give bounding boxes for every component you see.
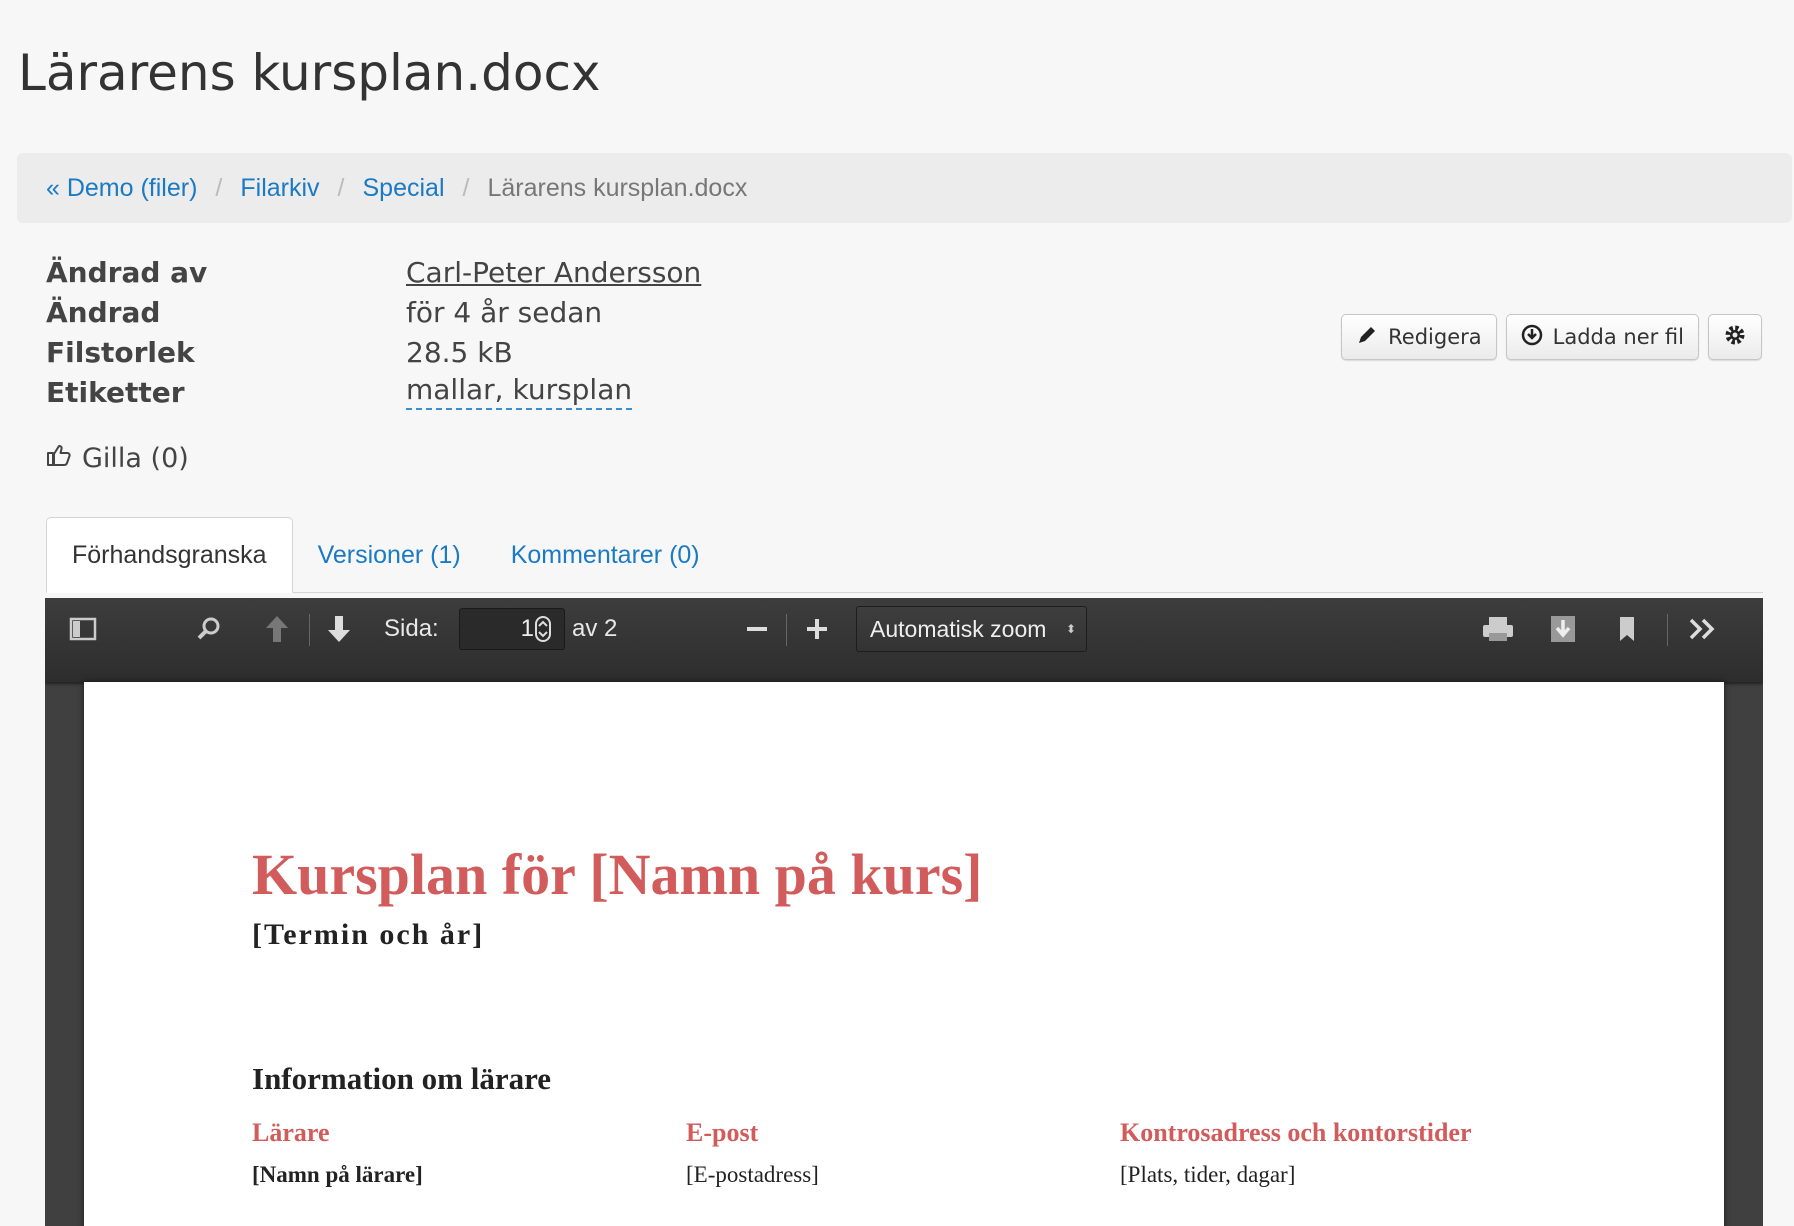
meta-row-size: Filstorlek 28.5 kB [46, 332, 701, 372]
section-heading: Information om lärare [252, 1061, 552, 1096]
email-column: E-post [E-postadress] [686, 1118, 819, 1188]
column-value: [E-postadress] [686, 1162, 819, 1187]
file-actions: Redigera Ladda ner fil [1341, 314, 1762, 360]
like-button[interactable]: Gilla (0) [46, 443, 189, 474]
breadcrumb-current: Lärarens kursplan.docx [487, 173, 748, 202]
download-file-button[interactable]: Ladda ner fil [1505, 314, 1699, 360]
file-metadata: Ändrad av Carl-Peter Andersson Ändrad fö… [46, 252, 701, 412]
meta-row-changed: Ändrad för 4 år sedan [46, 292, 701, 332]
column-header: Lärare [252, 1118, 330, 1147]
teacher-column: Lärare [Namn på lärare] [252, 1118, 423, 1188]
search-icon[interactable] [195, 598, 223, 660]
office-column: Kontrosadress och kontorstider [Plats, t… [1120, 1118, 1472, 1188]
column-header: E-post [686, 1118, 759, 1147]
zoom-out-icon[interactable] [745, 598, 769, 660]
breadcrumb-link-filarkiv[interactable]: Filarkiv [240, 174, 319, 203]
tab-preview[interactable]: Förhandsgranska [46, 517, 293, 593]
sidebar-toggle-icon[interactable] [69, 598, 97, 660]
meta-row-changed-by: Ändrad av Carl-Peter Andersson [46, 252, 701, 292]
bookmark-icon[interactable] [1617, 598, 1637, 660]
toolbar-divider [786, 614, 787, 646]
column-value: [Namn på lärare] [252, 1162, 423, 1187]
document-title: Kursplan för [Namn på kurs] [252, 842, 983, 907]
changed-label: Ändrad [46, 295, 161, 329]
breadcrumb-link-demo[interactable]: « Demo (filer) [46, 174, 197, 203]
toolbar-divider [309, 614, 310, 646]
next-page-icon[interactable] [325, 598, 353, 660]
download-icon[interactable] [1549, 598, 1577, 660]
size-value: 28.5 kB [406, 335, 513, 369]
page-title: Lärarens kursplan.docx [18, 44, 601, 102]
edit-label: Redigera [1388, 325, 1482, 349]
zoom-select-value: Automatisk zoom [870, 616, 1047, 642]
page-spinner-icon[interactable] [535, 598, 551, 660]
size-label: Filstorlek [46, 335, 195, 369]
zoom-select[interactable]: Automatisk zoom ⬍ [856, 606, 1087, 652]
tags-label: Etiketter [46, 375, 185, 409]
breadcrumb: « Demo (filer) / Filarkiv / Special / Lä… [17, 153, 1792, 223]
zoom-in-icon[interactable] [805, 598, 829, 660]
page-label: Sida: [384, 615, 439, 642]
page-total: av 2 [572, 615, 618, 642]
tags-editable[interactable]: mallar, kursplan [406, 374, 633, 410]
tab-comments[interactable]: Kommentarer (0) [486, 518, 725, 592]
meta-row-tags: Etiketter mallar, kursplan [46, 372, 701, 412]
print-icon[interactable] [1481, 598, 1515, 660]
breadcrumb-separator: / [462, 173, 470, 202]
edit-button[interactable]: Redigera [1341, 314, 1497, 360]
tab-versions[interactable]: Versioner (1) [293, 518, 486, 592]
select-arrows-icon: ⬍ [1065, 622, 1076, 636]
changed-value: för 4 år sedan [406, 295, 603, 329]
previous-page-icon[interactable] [263, 598, 291, 660]
pdf-viewer: Sida: 1 av 2 Automatisk zoom ⬍ Kursplan … [45, 598, 1763, 1226]
pdf-toolbar: Sida: 1 av 2 Automatisk zoom ⬍ [45, 598, 1763, 682]
tools-icon[interactable] [1688, 598, 1718, 660]
document-subtitle: [Termin och år] [252, 918, 485, 951]
breadcrumb-link-special[interactable]: Special [363, 174, 445, 203]
settings-button[interactable] [1708, 314, 1762, 360]
gear-icon [1723, 323, 1747, 352]
download-circle-icon [1521, 324, 1543, 351]
changed-by-link[interactable]: Carl-Peter Andersson [406, 256, 701, 289]
document-page: Kursplan för [Namn på kurs] [Termin och … [84, 682, 1724, 1226]
thumbs-up-icon [46, 443, 72, 474]
column-header: Kontrosadress och kontorstider [1120, 1118, 1472, 1147]
like-label: Gilla (0) [82, 443, 189, 474]
toolbar-divider [1667, 614, 1668, 646]
download-label: Ladda ner fil [1552, 325, 1684, 349]
breadcrumb-separator: / [215, 173, 223, 202]
tabs: Förhandsgranska Versioner (1) Kommentare… [46, 516, 1763, 593]
changed-by-label: Ändrad av [46, 255, 208, 289]
column-value: [Plats, tider, dagar] [1120, 1162, 1296, 1187]
breadcrumb-separator: / [337, 173, 345, 202]
pencil-icon [1356, 324, 1378, 351]
